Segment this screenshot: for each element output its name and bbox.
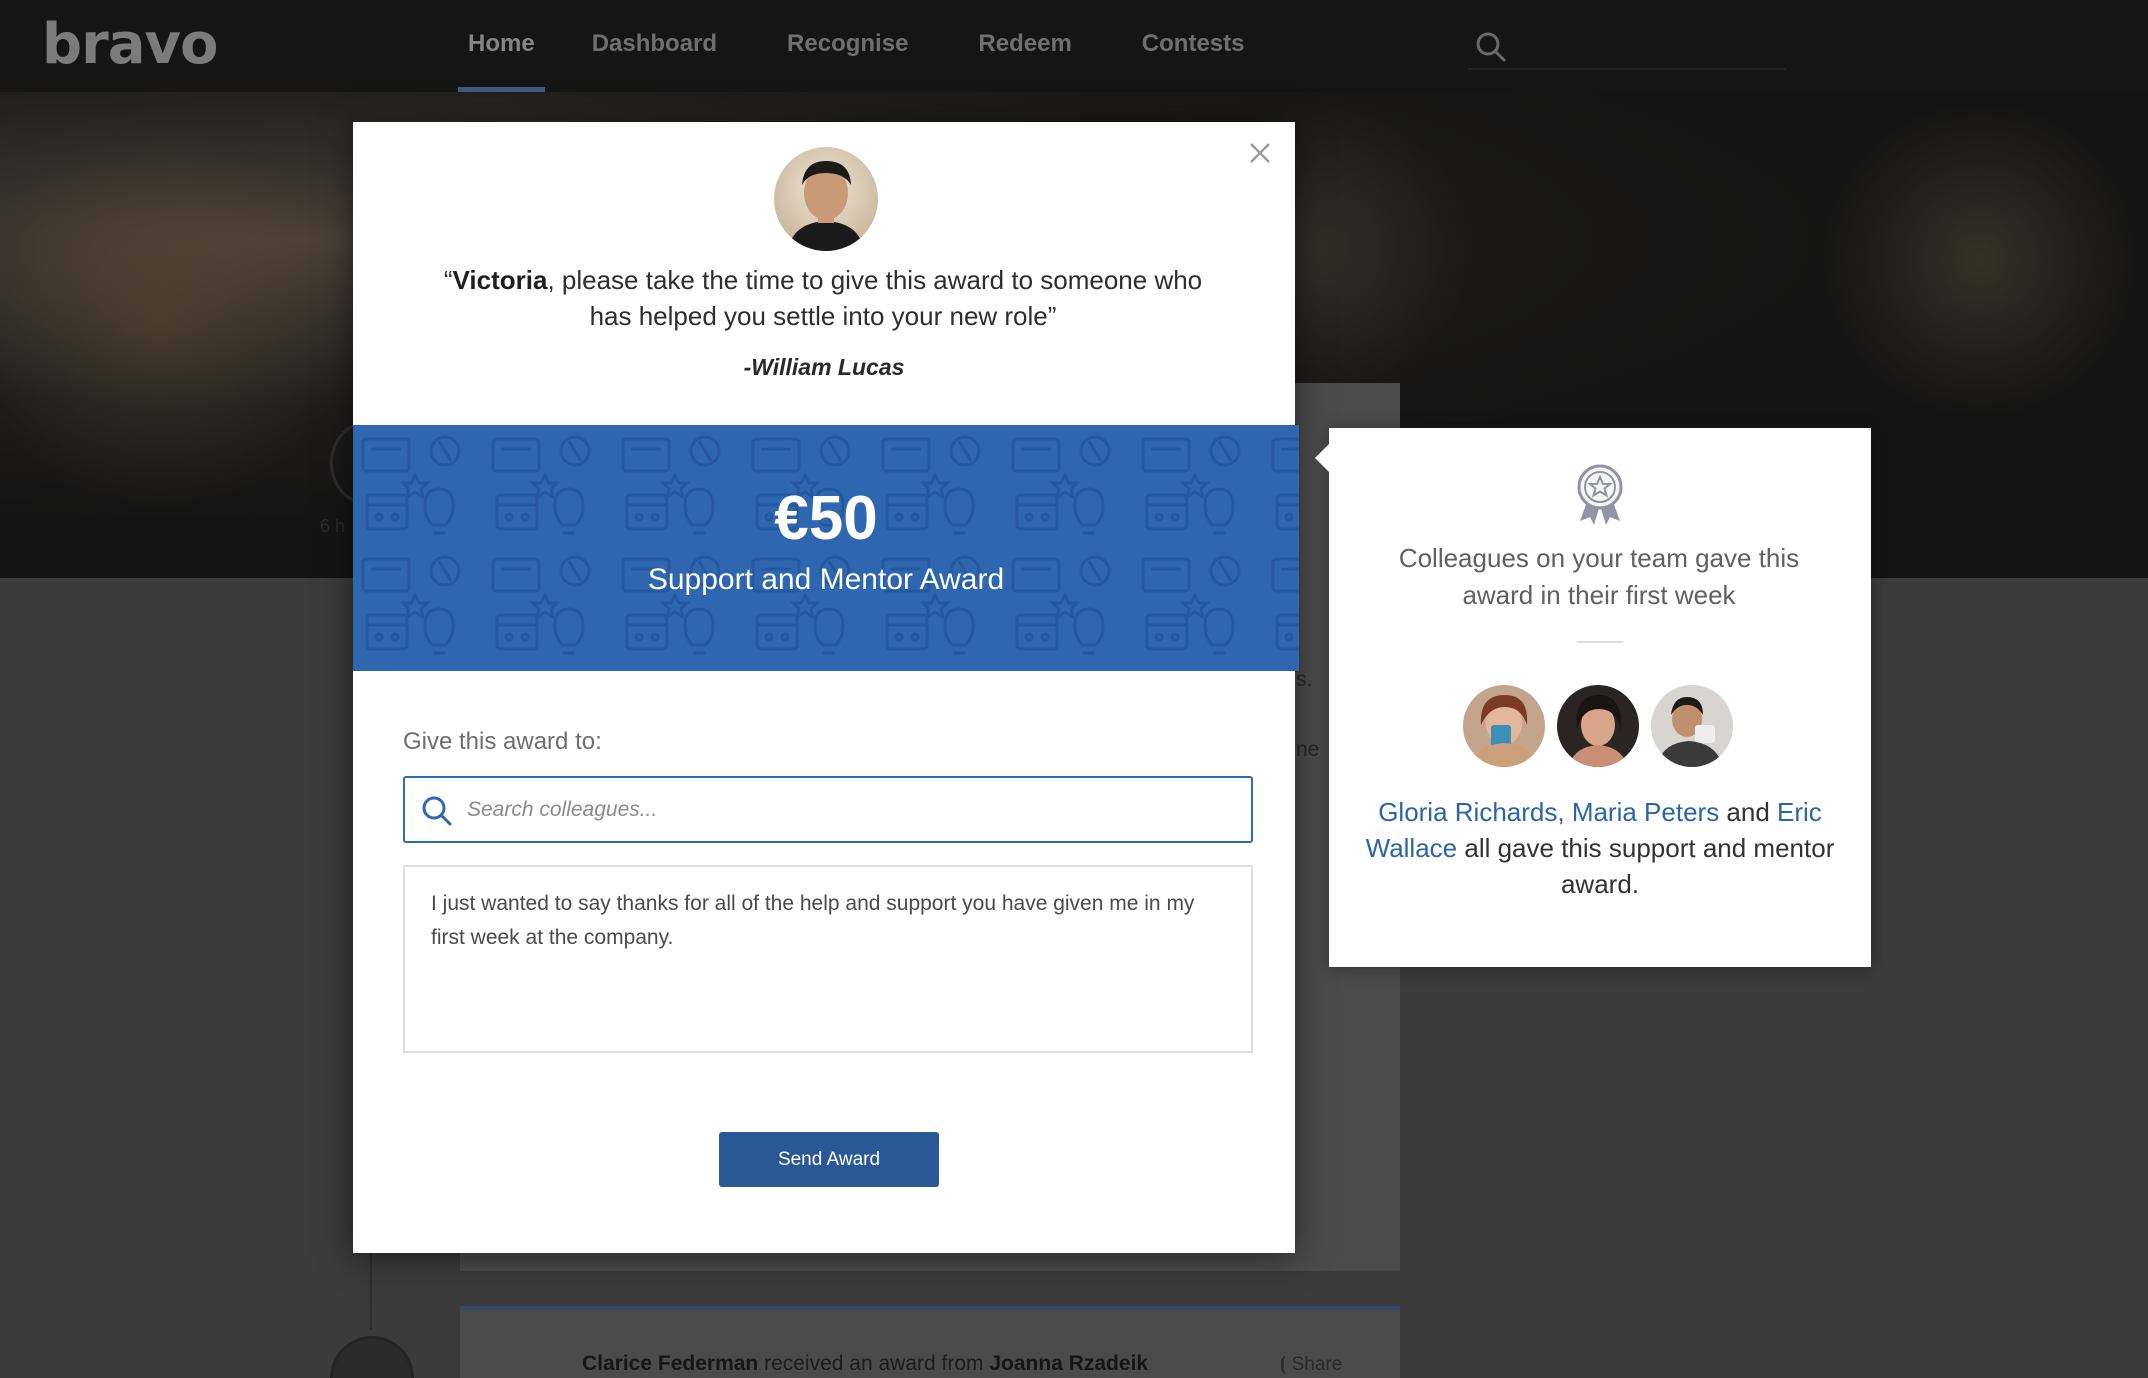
- colleague-search-input[interactable]: [467, 782, 1237, 838]
- global-search[interactable]: [1468, 24, 1786, 70]
- avatar-gloria-richards[interactable]: [1463, 685, 1545, 767]
- award-amount: €50: [774, 484, 878, 553]
- award-message-input[interactable]: I just wanted to say thanks for all of t…: [403, 865, 1253, 1053]
- nav-item-recognise[interactable]: Recognise: [787, 0, 908, 92]
- quote-recipient-name: Victoria: [452, 265, 548, 295]
- award-ribbon-icon: [1577, 464, 1623, 525]
- award-quote: “Victoria, please take the time to give …: [433, 262, 1213, 334]
- award-banner: €50 Support and Mentor Award: [353, 425, 1299, 671]
- share-button[interactable]: ⦗ Share: [1280, 1354, 1342, 1376]
- avatar-maria-peters[interactable]: [1557, 685, 1639, 767]
- nav-item-dashboard[interactable]: Dashboard: [592, 0, 717, 92]
- nav-item-home[interactable]: Home: [458, 0, 545, 92]
- popover-title: Colleagues on your team gave this award …: [1398, 543, 1800, 610]
- popover-description: Gloria Richards, Maria Peters and Eric W…: [1359, 794, 1841, 902]
- search-icon: [1476, 32, 1506, 62]
- manager-avatar: [774, 147, 878, 251]
- close-button[interactable]: [1243, 136, 1277, 170]
- award-modal: “Victoria, please take the time to give …: [353, 122, 1299, 1253]
- timeline-line: [370, 1250, 372, 1330]
- and-text: and: [1719, 797, 1778, 827]
- avatar-eric-wallace[interactable]: [1651, 685, 1733, 767]
- share-label: Share: [1291, 1354, 1343, 1375]
- award-name: Support and Mentor Award: [647, 563, 1005, 596]
- feed-action: received an award from: [758, 1352, 990, 1375]
- popover-divider: [1577, 641, 1623, 643]
- quote-author: -William Lucas: [743, 354, 905, 380]
- send-award-button[interactable]: Send Award: [719, 1132, 939, 1187]
- link-gloria-richards[interactable]: Gloria Richards: [1378, 797, 1557, 827]
- feed-sender[interactable]: Joanna Rzadeik: [989, 1352, 1148, 1375]
- colleague-search-field[interactable]: [403, 776, 1253, 843]
- search-icon: [422, 796, 452, 826]
- feed-text-fragment: ne: [1296, 738, 1320, 761]
- feed-time: 6 h: [320, 516, 346, 536]
- quote-open: “: [443, 265, 453, 295]
- popover-arrow: [1315, 444, 1329, 472]
- link-maria-peters[interactable]: Maria Peters: [1572, 797, 1719, 827]
- close-icon: [1250, 143, 1270, 163]
- bravo-logo[interactable]: bravo: [42, 12, 218, 77]
- quote-text: , please take the time to give this awar…: [547, 265, 1203, 331]
- feed-item-text: Clarice Federman received an award from …: [582, 1352, 1148, 1376]
- popover-tail-text: all gave this support and mentor award.: [1457, 833, 1835, 899]
- top-navigation: bravo Home Dashboard Recognise Redeem Co…: [0, 0, 2148, 92]
- main-nav: Home Dashboard Recognise Redeem Contests: [458, 0, 1245, 92]
- nav-item-contests[interactable]: Contests: [1142, 0, 1245, 92]
- peer-award-popover: Colleagues on your team gave this award …: [1315, 428, 1871, 967]
- nav-item-redeem[interactable]: Redeem: [978, 0, 1071, 92]
- colleague-avatars: [1463, 685, 1733, 767]
- feed-text-fragment: s.: [1296, 668, 1313, 691]
- feed-actor[interactable]: Clarice Federman: [582, 1352, 758, 1375]
- name-separator: ,: [1557, 797, 1572, 827]
- give-award-label: Give this award to:: [403, 728, 602, 755]
